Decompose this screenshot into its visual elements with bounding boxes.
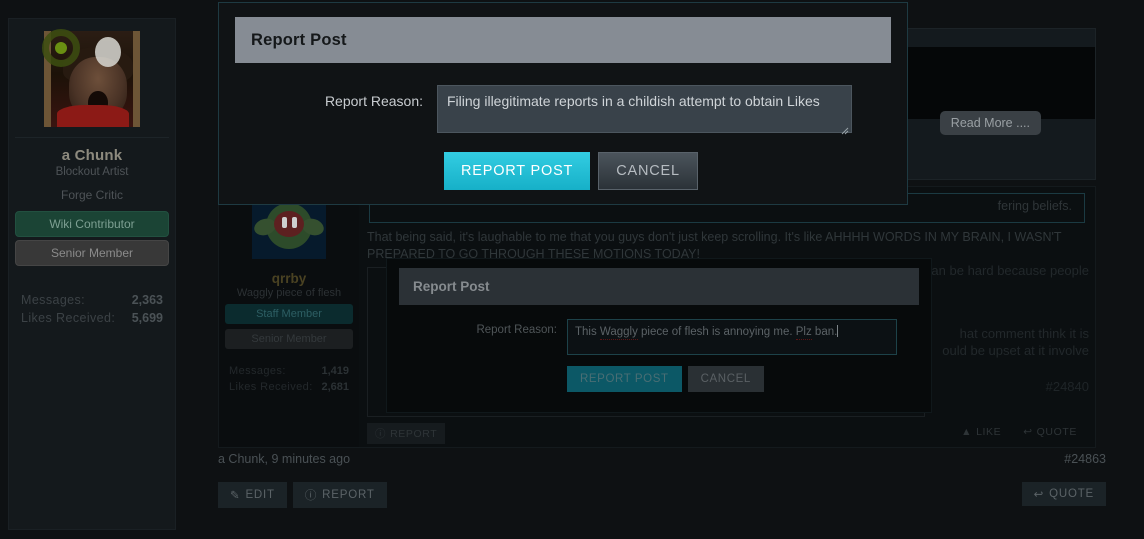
stat-row: Messages: 2,363 <box>21 291 163 309</box>
stat-value-likes: 5,699 <box>131 311 163 325</box>
quoted-report-label: REPORT <box>390 427 438 440</box>
quoted-like-button[interactable]: ▲ LIKE <box>953 423 1009 441</box>
stat-value-messages: 2,363 <box>131 293 163 307</box>
dialog-title: Report Post <box>251 30 347 49</box>
report-reason-input[interactable]: This Waggly piece of flesh is annoying m… <box>567 319 897 355</box>
reason-text-part-2: piece of flesh is annoying me. <box>637 326 796 338</box>
quoted-like-label: LIKE <box>976 426 1002 438</box>
stat-label-messages: Messages: <box>229 365 286 377</box>
report-reason-label: Report Reason: <box>324 93 423 109</box>
quoted-author-sidebar: qrrby Waggly piece of flesh Staff Member… <box>219 187 359 447</box>
read-more-button[interactable]: Read More .... <box>939 111 1041 135</box>
stat-row: Likes Received: 2,681 <box>229 379 349 395</box>
profile-badge-senior-member: Senior Member <box>15 240 169 266</box>
right-text-fragment-3: ould be upset at it involve <box>942 343 1089 358</box>
report-label: REPORT <box>322 489 375 501</box>
quoted-post-actions: ⓘ REPORT ▲ LIKE ↩ QUOTE <box>367 423 1085 444</box>
pencil-icon: ✎ <box>230 490 241 502</box>
report-reason-input[interactable] <box>437 85 852 133</box>
quote-arrow-icon: ↩ <box>1023 426 1033 438</box>
report-icon: ⓘ <box>375 428 387 440</box>
dialog-form-row: Report Reason: This Waggly piece of fles… <box>387 305 931 355</box>
dialog-buttons: REPORT POST CANCEL <box>387 355 931 392</box>
profile-username[interactable]: a Chunk <box>9 138 175 164</box>
profile-stats: Messages: 2,363 Likes Received: 5,699 <box>9 269 175 327</box>
report-post-cancel-button[interactable]: CANCEL <box>598 152 698 190</box>
profile-rank: Forge Critic <box>60 188 123 202</box>
report-post-cancel-button[interactable]: CANCEL <box>687 366 764 392</box>
reason-misspelled-word-2: Plz <box>795 326 812 340</box>
dialog-buttons: REPORT POST CANCEL <box>219 138 907 190</box>
dialog-header: Report Post <box>235 17 891 63</box>
dialog-title: Report Post <box>413 279 490 294</box>
quote-arrow-icon: ↩ <box>1033 489 1045 501</box>
edit-label: EDIT <box>245 489 275 501</box>
quote-button[interactable]: ↩ QUOTE <box>1021 482 1106 506</box>
report-post-dialog: Report Post Report Reason: REPORT POST C… <box>218 2 908 205</box>
report-reason-field-wrap <box>437 85 852 138</box>
report-post-submit-button[interactable]: REPORT POST <box>567 366 682 392</box>
post-meta: a Chunk, 9 minutes ago <box>218 452 351 466</box>
quoted-actions-right: ▲ LIKE ↩ QUOTE <box>953 423 1085 441</box>
edit-button[interactable]: ✎ EDIT <box>218 482 287 508</box>
stat-row: Likes Received: 5,699 <box>21 309 163 327</box>
avatar-art-shirt <box>57 105 129 127</box>
right-text-fragment-2: hat comment think it is <box>959 326 1089 341</box>
thumbs-up-icon: ▲ <box>961 426 973 438</box>
report-button[interactable]: ⓘ REPORT <box>292 482 387 508</box>
stat-row: Messages: 1,419 <box>229 363 349 379</box>
profile-user-title: Blockout Artist <box>55 166 129 178</box>
avatar-wrap <box>9 19 175 137</box>
stat-value-messages: 1,419 <box>321 365 349 377</box>
avatar-art-eye-right <box>292 217 297 228</box>
report-post-submit-button[interactable]: REPORT POST <box>444 152 591 190</box>
quoted-quote-button[interactable]: ↩ QUOTE <box>1015 423 1085 441</box>
quoted-username[interactable]: qrrby <box>219 265 359 286</box>
right-text-fragment-1: an be hard because people <box>931 263 1089 278</box>
reason-misspelled-word-1: Waggly <box>599 326 638 340</box>
text-cursor <box>837 325 839 337</box>
stat-label-likes: Likes Received: <box>229 381 313 393</box>
quoted-quote-label: QUOTE <box>1036 426 1077 438</box>
avatar-art-face <box>274 211 304 237</box>
stat-label-likes: Likes Received: <box>21 311 116 325</box>
quoted-report-button[interactable]: ⓘ REPORT <box>367 423 446 444</box>
dialog-header: Report Post <box>399 268 919 305</box>
profile-badge-wiki-contributor: Wiki Contributor <box>15 211 169 237</box>
quote-label: QUOTE <box>1049 488 1094 500</box>
dialog-form-row: Report Reason: <box>219 63 907 138</box>
post-footer: a Chunk, 9 minutes ago #24863 ✎ EDIT ⓘ R… <box>218 452 1106 530</box>
quoted-stats: Messages: 1,419 Likes Received: 2,681 <box>219 349 359 395</box>
inline-quote-tail: fering beliefs. <box>997 199 1072 213</box>
stat-value-likes: 2,681 <box>321 381 349 393</box>
reason-text-part-1: This <box>575 326 600 338</box>
quoted-post-id: #24840 <box>1045 379 1089 394</box>
author-profile-sidebar: a Chunk Blockout Artist Forge Critic Wik… <box>8 18 176 530</box>
post-action-buttons: ✎ EDIT ⓘ REPORT <box>218 482 387 508</box>
stat-label-messages: Messages: <box>21 293 86 307</box>
online-status-dot-icon <box>55 42 67 54</box>
report-reason-label: Report Reason: <box>476 324 557 336</box>
report-post-dialog-background: Report Post Report Reason: This Waggly p… <box>386 258 932 413</box>
report-icon: ⓘ <box>304 490 318 502</box>
quoted-user-title: Waggly piece of flesh <box>236 287 342 299</box>
reason-text-part-3: ban. <box>811 326 838 338</box>
avatar-art-eye-left <box>282 217 287 228</box>
post-id: #24863 <box>1064 452 1106 466</box>
quoted-badge-senior-member: Senior Member <box>225 329 353 349</box>
avatar-art-highlight <box>95 37 121 67</box>
quoted-badge-staff-member: Staff Member <box>225 304 353 324</box>
app-root: a Chunk Blockout Artist Forge Critic Wik… <box>0 0 1144 539</box>
